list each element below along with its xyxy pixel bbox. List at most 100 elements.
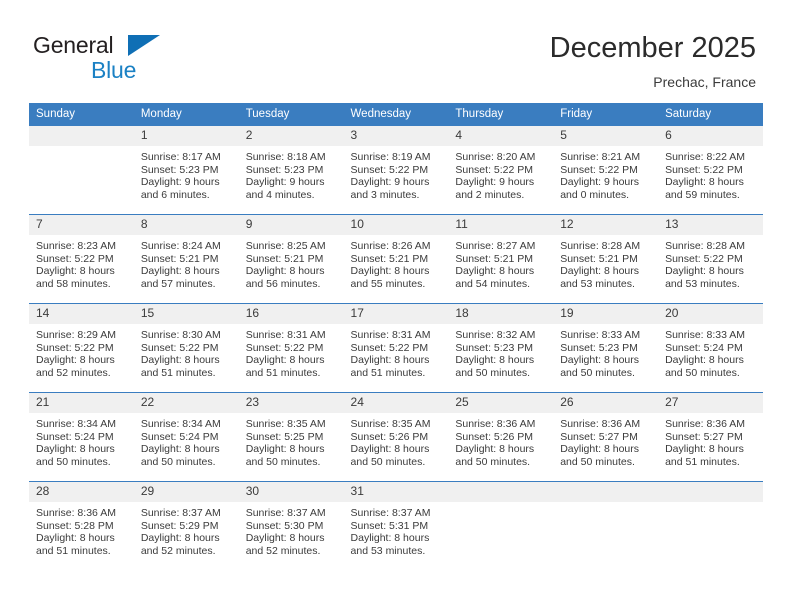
calendar-day-cell[interactable]: 16 Sunrise: 8:31 AM Sunset: 5:22 PM Dayligh… [238, 303, 344, 393]
day-sun-info: Sunrise: 8:34 AM Sunset: 5:24 PM Daylight:… [134, 413, 239, 468]
sunset-text: Sunset: 5:21 PM [350, 252, 429, 265]
sunrise-text: Sunrise: 8:27 AM [455, 240, 536, 252]
day-number: 26 [553, 393, 659, 413]
day-number: 16 [238, 304, 344, 324]
calendar-day-cell[interactable]: 4 Sunrise: 8:20 AM Sunset: 5:22 PM Daylight… [448, 125, 554, 215]
day-sun-info: Sunrise: 8:35 AM Sunset: 5:25 PM Daylight:… [239, 413, 344, 468]
calendar-day-cell[interactable]: 20 Sunrise: 8:33 AM Sunset: 5:24 PM Dayligh… [658, 303, 763, 393]
sunset-text: Sunset: 5:21 PM [245, 252, 324, 265]
daylight-text: Daylight: 8 hours and 50 minutes. [665, 354, 744, 379]
calendar-page: General Blue December 2025 Prechac, Fran… [0, 0, 792, 612]
calendar-body: 1 Sunrise: 8:17 AM Sunset: 5:23 PM Daylight… [29, 125, 763, 571]
sunrise-text: Sunrise: 8:22 AM [665, 151, 746, 163]
sunrise-text: Sunrise: 8:28 AM [560, 240, 641, 252]
sunset-text: Sunset: 5:26 PM [455, 430, 534, 443]
sunrise-text: Sunrise: 8:36 AM [36, 507, 116, 519]
sunset-text: Sunset: 5:24 PM [140, 430, 219, 443]
day-number: 30 [238, 482, 344, 502]
sunrise-text: Sunrise: 8:33 AM [665, 329, 746, 341]
calendar-cell-empty [658, 481, 763, 571]
day-number: 1 [133, 126, 239, 146]
day-number: 19 [553, 304, 659, 324]
calendar-day-cell[interactable]: 29 Sunrise: 8:37 AM Sunset: 5:29 PM Dayligh… [133, 481, 239, 571]
day-sun-info: Sunrise: 8:25 AM Sunset: 5:21 PM Daylight:… [239, 235, 344, 290]
calendar-day-cell[interactable]: 19 Sunrise: 8:33 AM Sunset: 5:23 PM Dayligh… [553, 303, 659, 393]
page-title: December 2025 [549, 32, 756, 64]
sunset-text: Sunset: 5:27 PM [665, 430, 743, 443]
daylight-text: Daylight: 8 hours and 51 minutes. [665, 443, 744, 468]
sunrise-text: Sunrise: 8:31 AM [350, 329, 431, 341]
calendar-day-cell[interactable]: 10 Sunrise: 8:26 AM Sunset: 5:21 PM Dayligh… [343, 214, 449, 304]
day-sun-info: Sunrise: 8:21 AM Sunset: 5:22 PM Daylight:… [553, 146, 658, 201]
calendar-day-cell[interactable]: 3 Sunrise: 8:19 AM Sunset: 5:22 PM Daylight… [343, 125, 449, 215]
calendar-day-cell[interactable]: 13 Sunrise: 8:28 AM Sunset: 5:22 PM Dayligh… [658, 214, 763, 304]
calendar-week-row: 7 Sunrise: 8:23 AM Sunset: 5:22 PM Daylight… [29, 214, 763, 304]
page-header: General Blue December 2025 Prechac, Fran… [0, 0, 792, 100]
day-number: 21 [29, 393, 134, 413]
sunrise-text: Sunrise: 8:35 AM [245, 418, 326, 430]
day-number: 13 [658, 215, 763, 235]
sunset-text: Sunset: 5:24 PM [36, 430, 114, 443]
calendar-day-cell[interactable]: 31 Sunrise: 8:37 AM Sunset: 5:31 PM Dayligh… [343, 481, 449, 571]
sunrise-text: Sunrise: 8:31 AM [245, 329, 326, 341]
location-subtitle: Prechac, France [653, 74, 756, 90]
calendar-day-cell[interactable]: 6 Sunrise: 8:22 AM Sunset: 5:22 PM Daylight… [658, 125, 763, 215]
sunset-text: Sunset: 5:22 PM [36, 341, 114, 354]
day-sun-info: Sunrise: 8:37 AM Sunset: 5:30 PM Daylight:… [239, 502, 344, 557]
sunset-text: Sunset: 5:27 PM [560, 430, 638, 443]
calendar-cell-empty [29, 125, 134, 215]
calendar-day-cell[interactable]: 22 Sunrise: 8:34 AM Sunset: 5:24 PM Dayligh… [133, 392, 239, 482]
calendar-day-cell[interactable]: 21 Sunrise: 8:34 AM Sunset: 5:24 PM Dayligh… [29, 392, 134, 482]
daylight-text: Daylight: 8 hours and 50 minutes. [245, 443, 325, 468]
calendar-cell-empty [553, 481, 659, 571]
calendar-day-cell[interactable]: 2 Sunrise: 8:18 AM Sunset: 5:23 PM Daylight… [238, 125, 344, 215]
day-number: 20 [658, 304, 763, 324]
day-number: 11 [448, 215, 554, 235]
day-number [448, 482, 554, 502]
calendar-day-cell[interactable]: 5 Sunrise: 8:21 AM Sunset: 5:22 PM Daylight… [553, 125, 659, 215]
calendar-day-cell[interactable]: 17 Sunrise: 8:31 AM Sunset: 5:22 PM Dayligh… [343, 303, 449, 393]
sunset-text: Sunset: 5:23 PM [140, 163, 219, 176]
sunset-text: Sunset: 5:28 PM [36, 519, 114, 532]
general-blue-logo[interactable]: General Blue [33, 32, 213, 84]
calendar-day-cell[interactable]: 25 Sunrise: 8:36 AM Sunset: 5:26 PM Dayligh… [448, 392, 554, 482]
calendar-day-cell[interactable]: 12 Sunrise: 8:28 AM Sunset: 5:21 PM Dayligh… [553, 214, 659, 304]
sunset-text: Sunset: 5:21 PM [560, 252, 638, 265]
calendar-day-cell[interactable]: 30 Sunrise: 8:37 AM Sunset: 5:30 PM Dayligh… [238, 481, 344, 571]
daylight-text: Daylight: 8 hours and 51 minutes. [36, 532, 115, 557]
calendar-day-cell[interactable]: 24 Sunrise: 8:35 AM Sunset: 5:26 PM Dayligh… [343, 392, 449, 482]
sunset-text: Sunset: 5:22 PM [245, 341, 324, 354]
day-sun-info: Sunrise: 8:28 AM Sunset: 5:21 PM Daylight:… [553, 235, 658, 290]
calendar-day-cell[interactable]: 27 Sunrise: 8:36 AM Sunset: 5:27 PM Dayligh… [658, 392, 763, 482]
day-sun-info: Sunrise: 8:23 AM Sunset: 5:22 PM Daylight:… [29, 235, 134, 290]
day-sun-info: Sunrise: 8:30 AM Sunset: 5:22 PM Daylight:… [134, 324, 239, 379]
calendar-day-cell[interactable]: 14 Sunrise: 8:29 AM Sunset: 5:22 PM Dayligh… [29, 303, 134, 393]
sunrise-text: Sunrise: 8:25 AM [245, 240, 326, 252]
weekday-header-monday: Monday [133, 103, 239, 126]
sunset-text: Sunset: 5:25 PM [245, 430, 324, 443]
sunset-text: Sunset: 5:30 PM [245, 519, 324, 532]
daylight-text: Daylight: 8 hours and 57 minutes. [140, 265, 220, 290]
calendar-day-cell[interactable]: 26 Sunrise: 8:36 AM Sunset: 5:27 PM Dayligh… [553, 392, 659, 482]
calendar-day-cell[interactable]: 7 Sunrise: 8:23 AM Sunset: 5:22 PM Daylight… [29, 214, 134, 304]
calendar-week-row: 21 Sunrise: 8:34 AM Sunset: 5:24 PM Dayligh… [29, 392, 763, 482]
calendar-day-cell[interactable]: 18 Sunrise: 8:32 AM Sunset: 5:23 PM Dayligh… [448, 303, 554, 393]
calendar-day-cell[interactable]: 23 Sunrise: 8:35 AM Sunset: 5:25 PM Dayligh… [238, 392, 344, 482]
calendar-day-cell[interactable]: 11 Sunrise: 8:27 AM Sunset: 5:21 PM Dayligh… [448, 214, 554, 304]
day-number: 4 [448, 126, 554, 146]
weekday-header: Sunday Monday Tuesday Wednesday Thursday Frid… [29, 103, 763, 126]
calendar-day-cell[interactable]: 8 Sunrise: 8:24 AM Sunset: 5:21 PM Daylight… [133, 214, 239, 304]
daylight-text: Daylight: 8 hours and 53 minutes. [560, 265, 640, 290]
calendar-day-cell[interactable]: 15 Sunrise: 8:30 AM Sunset: 5:22 PM Dayligh… [133, 303, 239, 393]
daylight-text: Daylight: 8 hours and 55 minutes. [350, 265, 430, 290]
calendar-day-cell[interactable]: 9 Sunrise: 8:25 AM Sunset: 5:21 PM Daylight… [238, 214, 344, 304]
sunset-text: Sunset: 5:22 PM [140, 341, 219, 354]
calendar-day-cell[interactable]: 28 Sunrise: 8:36 AM Sunset: 5:28 PM Dayligh… [29, 481, 134, 571]
logo-text-general: General [33, 32, 114, 58]
daylight-text: Daylight: 9 hours and 4 minutes. [245, 176, 325, 201]
day-number: 3 [343, 126, 449, 146]
day-number: 31 [343, 482, 449, 502]
calendar-day-cell[interactable]: 1 Sunrise: 8:17 AM Sunset: 5:23 PM Daylight… [133, 125, 239, 215]
logo-triangle-icon [128, 35, 160, 56]
sunrise-text: Sunrise: 8:19 AM [350, 151, 431, 163]
